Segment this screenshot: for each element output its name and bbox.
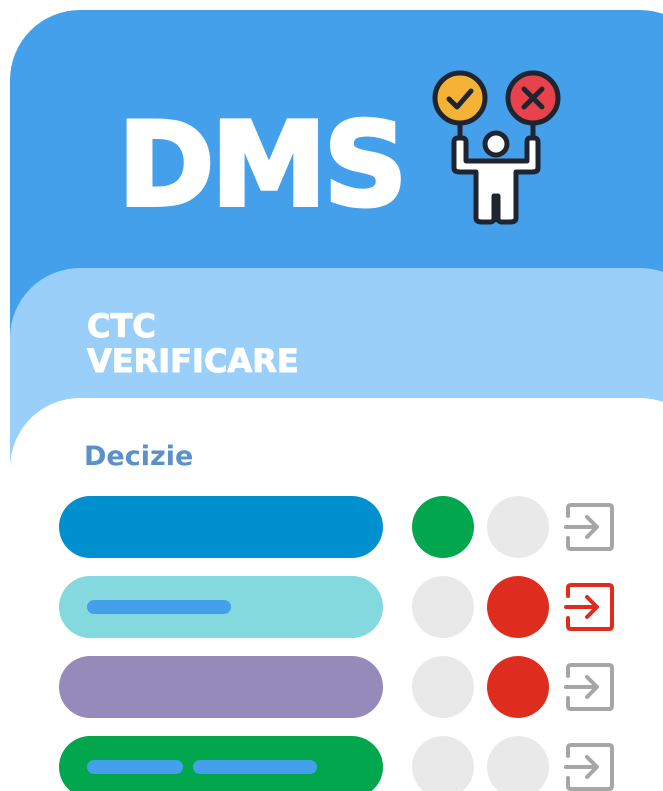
reject-button[interactable] — [487, 656, 549, 718]
sub-header-line2: VERIFICARE — [87, 342, 300, 380]
reject-button[interactable] — [487, 576, 549, 638]
sub-header-line1: CTC — [87, 307, 157, 345]
reject-button[interactable] — [487, 736, 549, 791]
enter-icon[interactable] — [564, 502, 616, 552]
app-title: DMS — [116, 98, 409, 233]
approve-button[interactable] — [412, 736, 474, 791]
decision-row — [59, 656, 639, 718]
page: DMS CTC VERIFICARE Decizie — [0, 0, 663, 791]
enter-icon[interactable] — [564, 582, 616, 632]
sub-header-title: CTC VERIFICARE — [87, 307, 300, 380]
approve-button[interactable] — [412, 576, 474, 638]
document-bar[interactable] — [59, 496, 383, 558]
enter-icon[interactable] — [564, 662, 616, 712]
text-placeholder — [193, 760, 317, 774]
text-placeholder — [87, 760, 183, 774]
document-bar[interactable] — [59, 576, 383, 638]
decision-row — [59, 496, 639, 558]
approve-reject-person-icon — [432, 70, 561, 225]
text-placeholder — [87, 600, 231, 614]
approve-button[interactable] — [412, 656, 474, 718]
decision-label: Decizie — [84, 441, 194, 472]
document-bar[interactable] — [59, 736, 383, 791]
decision-row — [59, 736, 639, 791]
reject-button[interactable] — [487, 496, 549, 558]
document-bar[interactable] — [59, 656, 383, 718]
enter-icon[interactable] — [564, 742, 616, 791]
approve-button[interactable] — [412, 496, 474, 558]
decision-row — [59, 576, 639, 638]
